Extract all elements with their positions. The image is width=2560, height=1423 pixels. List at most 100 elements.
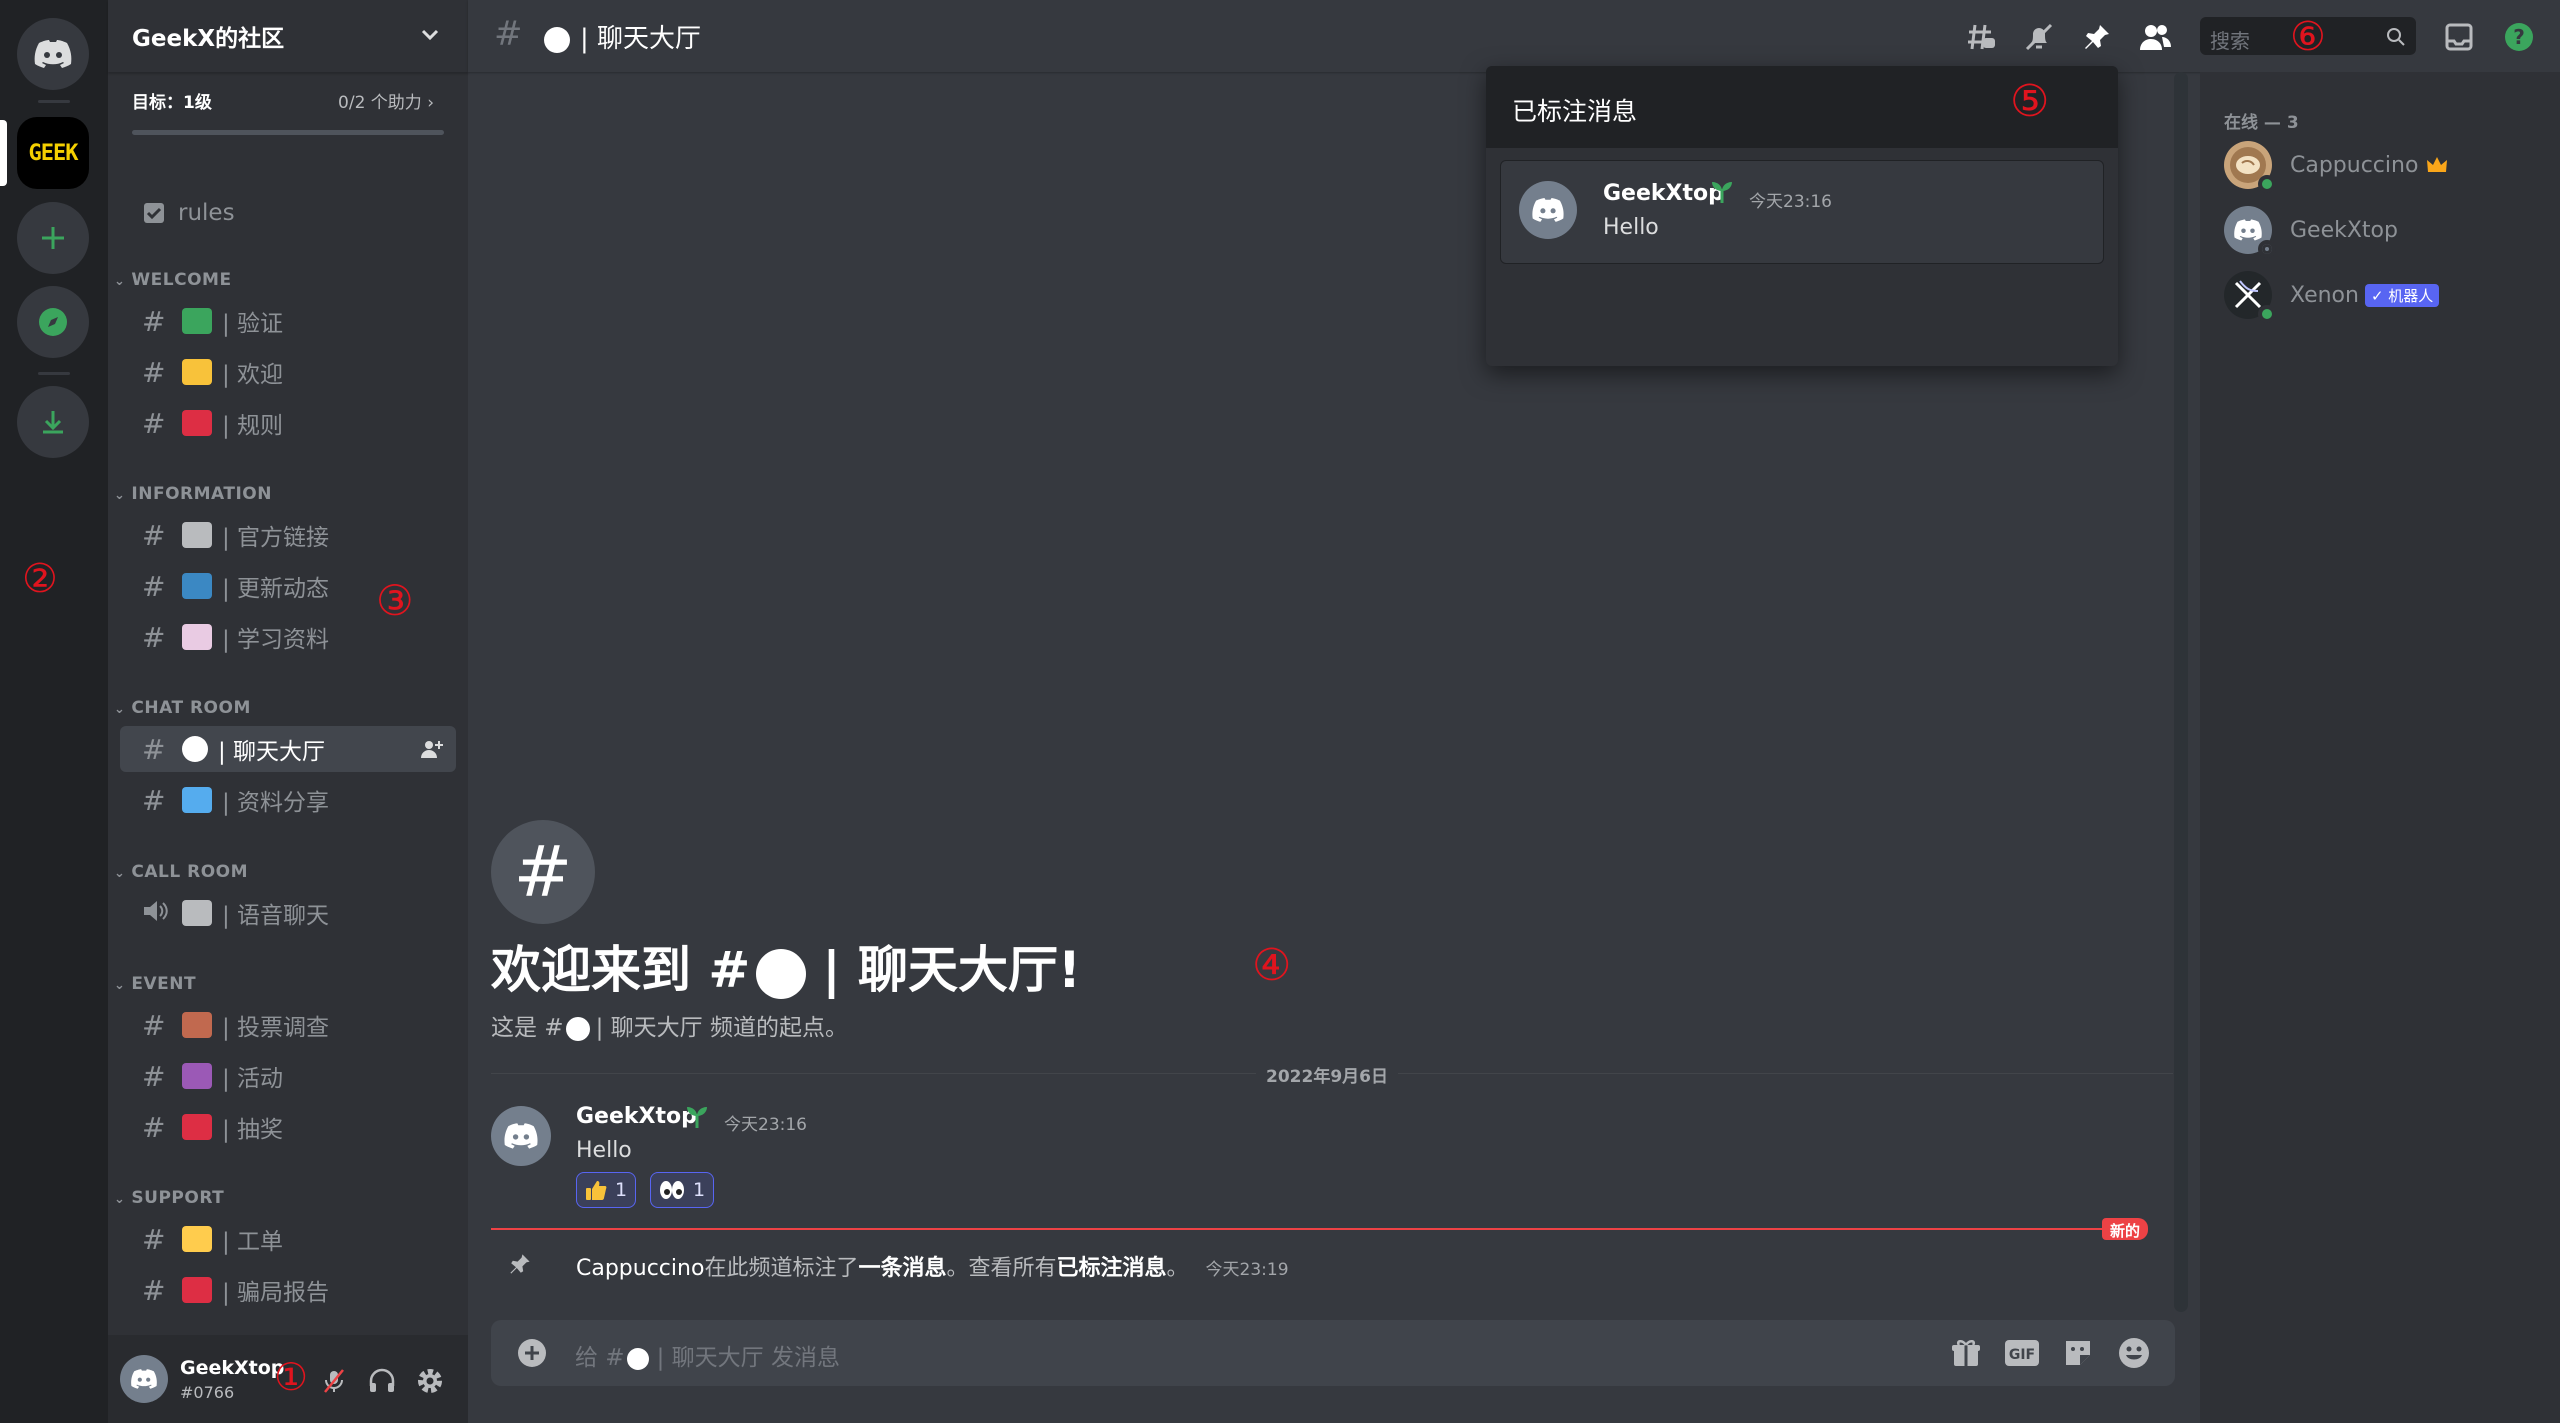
white-circle xyxy=(182,736,208,762)
message-composer[interactable]: 给 # | 聊天大厅 发消息 GIF xyxy=(491,1320,2175,1386)
help-button[interactable]: ? xyxy=(2500,18,2538,56)
hashtag-icon: # xyxy=(142,732,166,766)
attach-button[interactable] xyxy=(513,1334,551,1372)
active-server-indicator xyxy=(0,120,7,186)
online-status-dot xyxy=(2258,305,2276,323)
inbox-button[interactable] xyxy=(2440,18,2478,56)
channel-2-1[interactable]: # | 资料分享 xyxy=(120,777,456,823)
message-author[interactable]: GeekXtop xyxy=(576,1104,697,1129)
home-button[interactable] xyxy=(17,18,89,90)
deafen-button[interactable] xyxy=(366,1365,398,1397)
boost-goal[interactable]: 目标：1级 0/2 个助力 › xyxy=(132,88,444,113)
user-settings-button[interactable] xyxy=(414,1365,446,1397)
channel-4-1[interactable]: # | 活动 xyxy=(120,1053,456,1099)
channel-5-0[interactable]: # | 工单 xyxy=(120,1216,456,1262)
bell-muted-icon xyxy=(2025,23,2053,51)
channel-label: | 语音聊天 xyxy=(222,903,330,929)
channel-label: | 工单 xyxy=(222,1229,284,1255)
sticker-button[interactable] xyxy=(2059,1334,2097,1372)
pinned-messages-button[interactable] xyxy=(2078,18,2116,56)
channel-4-2[interactable]: # | 抽奖 xyxy=(120,1104,456,1150)
category-support[interactable]: ⌄ SUPPORT xyxy=(114,1188,224,1208)
channel-label: rules xyxy=(178,200,235,226)
system-user[interactable]: Cappuccino xyxy=(576,1256,704,1281)
message-avatar[interactable] xyxy=(491,1106,551,1166)
help-icon: ? xyxy=(2505,23,2533,51)
threads-icon xyxy=(1968,24,1995,50)
invite-icon[interactable] xyxy=(420,738,444,766)
welcome-subtitle: 这是 # | 聊天大厅 频道的起点。 xyxy=(491,1015,848,1041)
discord-logo-icon xyxy=(34,40,72,68)
emoji-button[interactable] xyxy=(2115,1334,2153,1372)
server-header[interactable]: GeekX的社区 xyxy=(108,0,468,72)
annotation-3: ③ xyxy=(376,576,414,625)
books-emoji xyxy=(182,787,212,813)
member-cappuccino[interactable]: Cappuccino xyxy=(2224,138,2448,193)
channel-rules[interactable]: rules xyxy=(120,190,456,236)
pinned-message-card[interactable]: GeekXtop 今天23:16 Hello xyxy=(1500,160,2104,264)
member-geekxtop[interactable]: GeekXtop xyxy=(2224,203,2398,258)
gif-button[interactable]: GIF xyxy=(2003,1334,2041,1372)
gift-button[interactable] xyxy=(1947,1334,1985,1372)
white-circle-emoji xyxy=(544,26,570,53)
smiley-icon xyxy=(2119,1338,2149,1368)
inbox-icon xyxy=(2445,23,2473,51)
new-messages-badge: 新的 xyxy=(2102,1218,2149,1240)
channel-0-0[interactable]: # | 验证 xyxy=(120,298,456,344)
download-icon xyxy=(43,411,63,434)
chevron-down-icon: ⌄ xyxy=(114,1192,126,1207)
channel-5-1[interactable]: # | 骗局报告 xyxy=(120,1267,456,1313)
reaction-eyes[interactable]: 1 xyxy=(650,1172,715,1208)
hashtag-icon: # xyxy=(494,14,523,54)
server-icon-geekx[interactable]: GEEK xyxy=(17,117,89,189)
pinned-timestamp: 今天23:16 xyxy=(1749,192,1832,212)
sprout-badge-icon xyxy=(687,1107,707,1128)
hashtag-icon: # xyxy=(142,518,166,552)
channel-4-0[interactable]: # | 投票调查 xyxy=(120,1002,456,1048)
hashtag-icon: # xyxy=(142,1110,166,1144)
search-placeholder: 搜索 xyxy=(2210,29,2250,53)
ticket-emoji xyxy=(182,1226,212,1252)
channel-3-0[interactable]: | 语音聊天 xyxy=(120,890,456,936)
channel-0-1[interactable]: # | 欢迎 xyxy=(120,349,456,395)
hashtag-icon: # xyxy=(142,1222,166,1256)
chevron-down-icon: ⌄ xyxy=(114,866,126,881)
gift-icon xyxy=(1952,1340,1980,1366)
download-apps-button[interactable] xyxy=(17,386,89,458)
all-pinned-link[interactable]: 已标注消息 xyxy=(1056,1256,1166,1281)
bookmark-emoji xyxy=(182,624,212,650)
plus-circle-icon xyxy=(518,1339,546,1367)
channel-1-0[interactable]: # | 官方链接 xyxy=(120,512,456,558)
member-list-button[interactable] xyxy=(2136,18,2174,56)
member-group-heading: 在线 — 3 xyxy=(2224,113,2299,133)
boost-progress-bar xyxy=(132,130,444,135)
notification-settings-button[interactable] xyxy=(2020,18,2058,56)
category-event[interactable]: ⌄ EVENT xyxy=(114,974,196,994)
thumbs-up-emoji xyxy=(586,1181,607,1200)
category-call-room[interactable]: ⌄ CALL ROOM xyxy=(114,862,248,882)
avatar[interactable] xyxy=(120,1355,168,1403)
message-text: Hello xyxy=(576,1138,632,1163)
member-xenon[interactable]: Xenon ✓ 机器人 xyxy=(2224,268,2440,323)
speaker-icon xyxy=(142,897,182,930)
category-welcome[interactable]: ⌄ WELCOME xyxy=(114,270,232,290)
add-server-button[interactable] xyxy=(17,202,89,274)
pin-icon xyxy=(510,1254,530,1274)
channel-2-0[interactable]: # | 聊天大厅 xyxy=(120,726,456,772)
chat-scrollbar[interactable] xyxy=(2174,72,2188,1312)
channel-label: | 活动 xyxy=(222,1066,284,1092)
pinned-message-link[interactable]: 一条消息 xyxy=(858,1256,946,1281)
hashtag-icon: # xyxy=(142,355,166,389)
white-circle-emoji xyxy=(565,1016,590,1041)
category-chat-room[interactable]: ⌄ CHAT ROOM xyxy=(114,698,251,718)
headphones-icon xyxy=(369,1368,395,1392)
channel-label: | 规则 xyxy=(222,413,284,439)
mute-button[interactable] xyxy=(318,1365,350,1397)
member-name: GeekXtop xyxy=(2290,217,2398,243)
explore-servers-button[interactable] xyxy=(17,286,89,358)
channel-label: | 官方链接 xyxy=(222,525,330,551)
channel-0-2[interactable]: # | 规则 xyxy=(120,400,456,446)
reaction-thumbs-up[interactable]: 1 xyxy=(576,1172,637,1208)
threads-button[interactable] xyxy=(1962,18,2000,56)
category-information[interactable]: ⌄ INFORMATION xyxy=(114,484,272,504)
